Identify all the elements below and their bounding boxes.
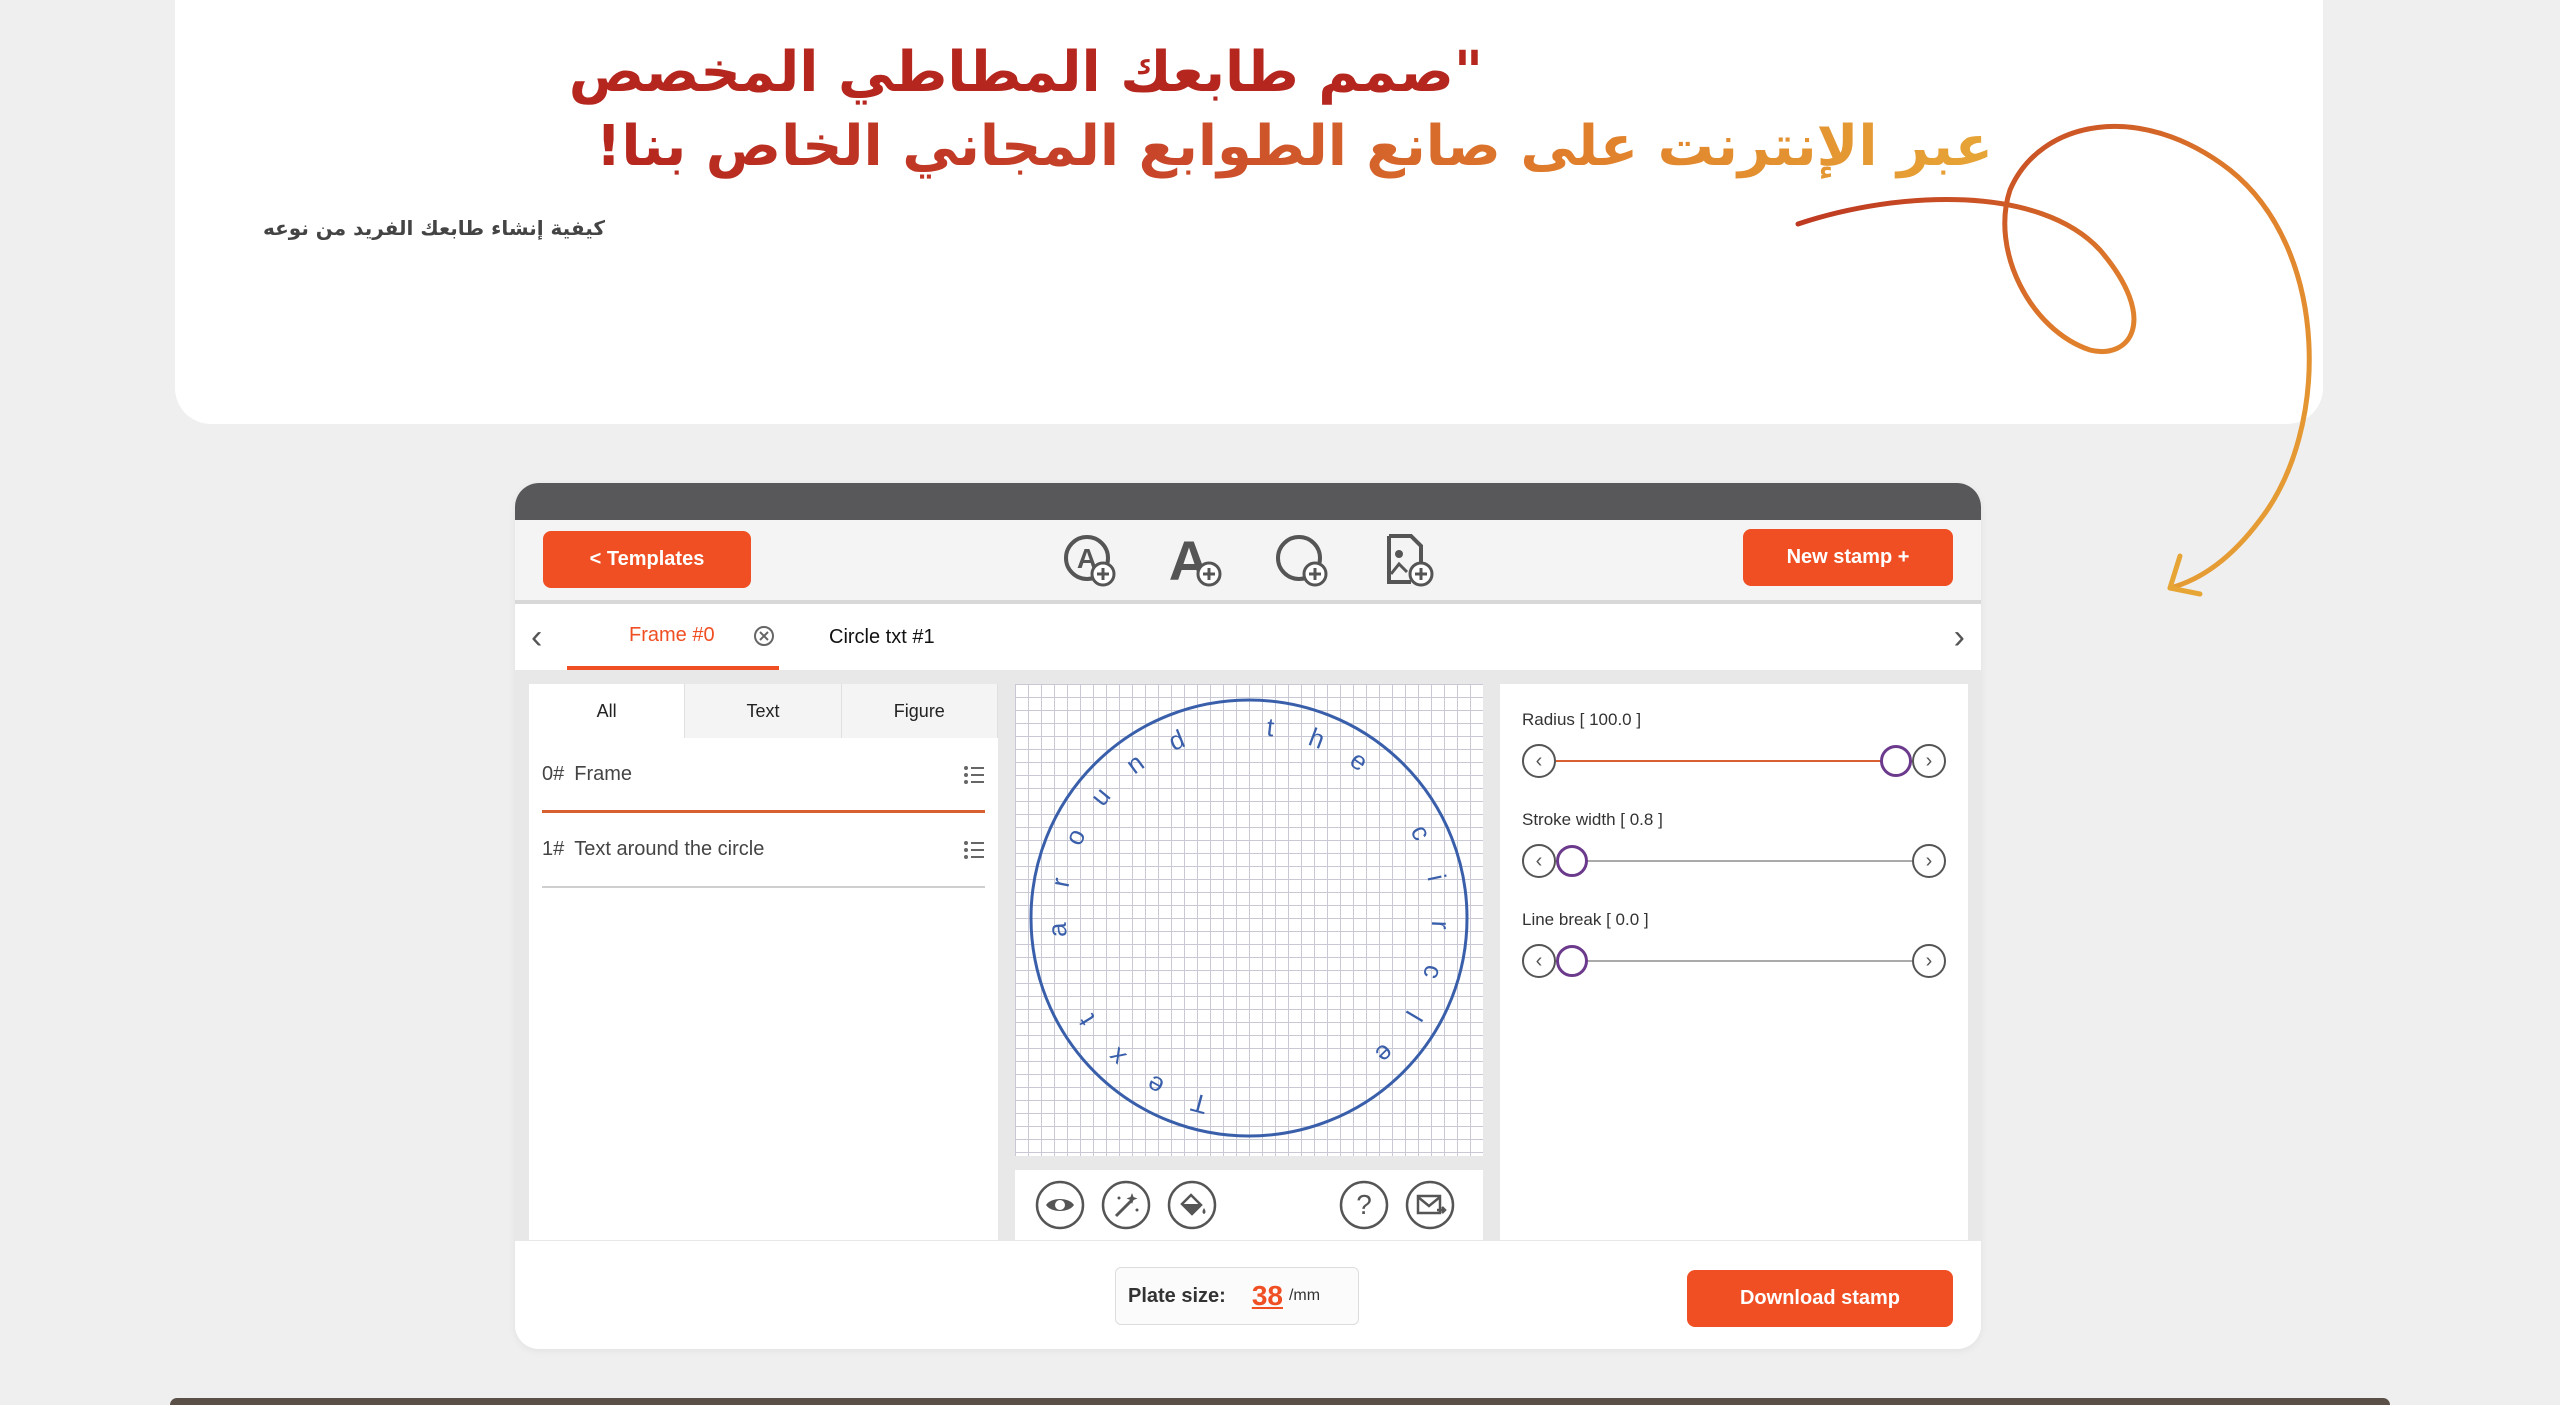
increase-arrow-icon[interactable]: ›	[1912, 944, 1946, 978]
layer-name: Text around the circle	[574, 838, 765, 860]
svg-text:?: ?	[1356, 1189, 1372, 1220]
filter-text[interactable]: Text	[685, 684, 842, 738]
help-icon[interactable]: ?	[1339, 1180, 1389, 1230]
image-add-icon[interactable]	[1381, 532, 1435, 588]
stamp-canvas[interactable]: Textaroundthecircle	[1015, 684, 1483, 1156]
circle-text-letter: e	[1141, 1069, 1168, 1102]
stroke-width-slider: Stroke width [ 0.8 ] ‹ ›	[1522, 810, 1946, 880]
layer-number: 1#	[542, 838, 565, 860]
stamp-frame-circle	[1029, 698, 1469, 1138]
filter-all[interactable]: All	[529, 684, 686, 738]
tab-frame-label: Frame #0	[629, 623, 715, 646]
text-add-icon[interactable]: A	[1169, 532, 1223, 588]
circle-text-letter: x	[1102, 1042, 1132, 1073]
layer-item[interactable]: 0# Frame	[542, 738, 985, 813]
plate-size-box: Plate size: 38 /mm	[1115, 1267, 1359, 1325]
circle-text-letter: t	[1265, 712, 1276, 743]
page-footer-edge	[170, 1398, 2390, 1405]
circle-text-letter: T	[1188, 1087, 1211, 1120]
line-break-label: Line break [ 0.0 ]	[1522, 910, 1649, 929]
layer-name: Frame	[574, 762, 633, 785]
download-stamp-button[interactable]: Download stamp	[1687, 1270, 1953, 1327]
figure-add-icon[interactable]	[1275, 532, 1329, 588]
circle-text-letter: e	[1369, 1038, 1400, 1069]
main-toolbar: < Templates A A New stamp +	[515, 520, 1981, 604]
slider-track[interactable]	[1556, 745, 1912, 777]
circle-text-letter: r	[1426, 920, 1456, 930]
circle-text-letter: o	[1058, 824, 1091, 850]
hero-title-line2: عبر الإنترنت على صانع الطوابع المجاني ال…	[595, 114, 1993, 179]
slider-knob[interactable]	[1556, 945, 1588, 977]
filter-figure[interactable]: Figure	[842, 684, 998, 738]
decrease-arrow-icon[interactable]: ‹	[1522, 944, 1556, 978]
slider-fill	[1556, 760, 1912, 762]
plate-size-label: Plate size:	[1128, 1284, 1226, 1307]
circle-text-letter: a	[1042, 921, 1073, 938]
preview-eye-icon[interactable]	[1035, 1180, 1085, 1230]
paint-bucket-icon[interactable]	[1167, 1180, 1217, 1230]
slider-track[interactable]	[1556, 845, 1912, 877]
layer-number: 0#	[542, 762, 565, 785]
properties-panel: Radius [ 100.0 ] ‹ › Stroke width [ 0.8 …	[1500, 684, 1968, 1240]
send-mail-icon[interactable]	[1405, 1180, 1455, 1230]
templates-button[interactable]: < Templates	[543, 531, 751, 588]
decrease-arrow-icon[interactable]: ‹	[1522, 744, 1556, 778]
circle-text-letter: t	[1071, 1009, 1101, 1032]
tab-circle-text[interactable]: Circle txt #1	[829, 626, 935, 649]
app-title-bar	[515, 483, 1981, 520]
canvas-tools: ?	[1015, 1170, 1483, 1240]
layer-filter-tabs: All Text Figure	[529, 684, 998, 738]
circle-text-letter: r	[1045, 875, 1076, 889]
chevron-left-icon[interactable]: ‹	[531, 618, 542, 657]
decrease-arrow-icon[interactable]: ‹	[1522, 844, 1556, 878]
circle-text-letter: i	[1422, 872, 1453, 884]
close-icon[interactable]	[753, 625, 775, 652]
layers-panel: All Text Figure 0# Frame 1# Text around …	[529, 684, 998, 1240]
layer-tabs: ‹ Frame #0 Circle txt #1 ›	[515, 604, 1981, 673]
add-tools: A A	[1063, 532, 1435, 588]
hero-title-line1: "صمم طابعك المطاطي المخصص	[568, 40, 1483, 105]
list-menu-icon[interactable]	[963, 764, 985, 792]
chevron-right-icon[interactable]: ›	[1954, 618, 1965, 657]
stroke-width-label: Stroke width [ 0.8 ]	[1522, 810, 1663, 829]
stamp-editor-app: < Templates A A New stamp + ‹ Frame #0 C…	[515, 483, 1981, 1349]
circle-text: Textaround t hecircle	[1042, 712, 1456, 1120]
new-stamp-button[interactable]: New stamp +	[1743, 529, 1953, 586]
circle-text-letter: c	[1417, 962, 1449, 983]
increase-arrow-icon[interactable]: ›	[1912, 844, 1946, 878]
circle-text-letter: u	[1084, 781, 1116, 811]
increase-arrow-icon[interactable]: ›	[1912, 744, 1946, 778]
magic-wand-icon[interactable]	[1101, 1180, 1151, 1230]
radius-label: Radius [ 100.0 ]	[1522, 710, 1642, 729]
circle-text-letter: h	[1305, 722, 1329, 755]
circle-text-letter: l	[1400, 1006, 1429, 1026]
radius-slider: Radius [ 100.0 ] ‹ ›	[1522, 710, 1946, 780]
hero-subtitle: كيفية إنشاء طابعك الفريد من نوعه	[263, 216, 606, 240]
workspace: All Text Figure 0# Frame 1# Text around …	[515, 670, 1981, 1241]
circle-text-add-icon[interactable]: A	[1063, 532, 1117, 588]
slider-knob[interactable]	[1880, 745, 1912, 777]
circle-text-letter: d	[1164, 723, 1189, 756]
tab-frame[interactable]: Frame #0	[567, 604, 779, 670]
plate-size-value[interactable]: 38	[1252, 1280, 1283, 1312]
circle-text-letter: n	[1120, 747, 1149, 780]
slider-knob[interactable]	[1556, 845, 1588, 877]
line-break-slider: Line break [ 0.0 ] ‹ ›	[1522, 910, 1946, 980]
slider-track[interactable]	[1556, 945, 1912, 977]
stamp-preview: Textaround t hecircle	[1029, 698, 1469, 1138]
circle-text-letter: e	[1345, 744, 1374, 777]
hero-card: "صمم طابعك المطاطي المخصص عبر الإنترنت ع…	[175, 0, 2323, 424]
list-menu-icon[interactable]	[963, 839, 985, 867]
bottom-bar: Plate size: 38 /mm Download stamp	[515, 1257, 1981, 1349]
layer-item[interactable]: 1# Text around the circle	[542, 813, 985, 888]
plate-size-unit: /mm	[1288, 1287, 1321, 1304]
circle-text-letter: c	[1405, 820, 1438, 845]
